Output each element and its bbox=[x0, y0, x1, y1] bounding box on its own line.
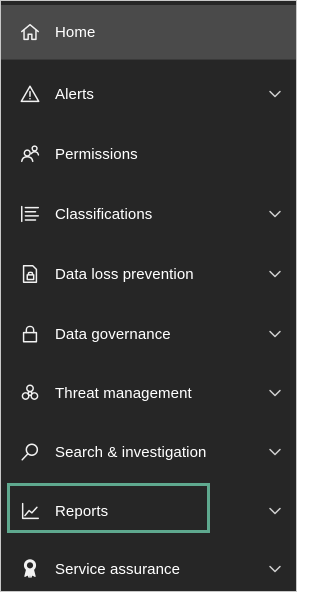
nav-item-label: Home bbox=[55, 23, 96, 41]
chevron-down-icon[interactable] bbox=[268, 87, 282, 101]
nav-item-search-investigation[interactable]: Search & investigation bbox=[1, 423, 296, 481]
nav-item-threat-management[interactable]: Threat management bbox=[1, 364, 296, 422]
nav-item-data-governance[interactable]: Data governance bbox=[1, 305, 296, 363]
nav-item-classifications[interactable]: Classifications bbox=[1, 185, 296, 243]
nav-item-label: Data loss prevention bbox=[55, 265, 194, 283]
chevron-down-icon[interactable] bbox=[268, 504, 282, 518]
chevron-down-icon[interactable] bbox=[268, 562, 282, 576]
chevron-down-icon[interactable] bbox=[268, 327, 282, 341]
nav-item-home[interactable]: Home bbox=[1, 5, 296, 60]
chevron-down-icon[interactable] bbox=[268, 267, 282, 281]
nav-item-data-loss-prevention[interactable]: Data loss prevention bbox=[1, 245, 296, 303]
nav-item-label: Search & investigation bbox=[55, 443, 207, 461]
chevron-down-icon[interactable] bbox=[268, 386, 282, 400]
nav-item-label: Alerts bbox=[55, 85, 94, 103]
nav-item-alerts[interactable]: Alerts bbox=[1, 65, 296, 123]
ribbon-icon bbox=[18, 557, 42, 581]
lock-document-icon bbox=[18, 262, 42, 286]
home-icon bbox=[18, 20, 42, 44]
nav-item-label: Service assurance bbox=[55, 560, 181, 578]
nav-item-label: Classifications bbox=[55, 205, 153, 223]
list-icon bbox=[18, 202, 42, 226]
lock-icon bbox=[18, 322, 42, 346]
chevron-down-icon[interactable] bbox=[268, 445, 282, 459]
chart-line-icon bbox=[18, 499, 42, 523]
nav-item-label: Threat management bbox=[55, 384, 192, 402]
alert-triangle-icon bbox=[18, 82, 42, 106]
people-icon bbox=[18, 142, 42, 166]
left-navigation: Home Alerts Permissions Classifications … bbox=[0, 0, 297, 592]
biohazard-icon bbox=[18, 381, 42, 405]
search-icon bbox=[18, 440, 42, 464]
nav-item-reports[interactable]: Reports bbox=[1, 482, 296, 540]
chevron-down-icon[interactable] bbox=[268, 207, 282, 221]
nav-item-label: Reports bbox=[55, 502, 109, 520]
nav-item-permissions[interactable]: Permissions bbox=[1, 125, 296, 183]
nav-item-service-assurance[interactable]: Service assurance bbox=[1, 540, 296, 598]
nav-item-label: Data governance bbox=[55, 325, 171, 343]
nav-item-label: Permissions bbox=[55, 145, 138, 163]
